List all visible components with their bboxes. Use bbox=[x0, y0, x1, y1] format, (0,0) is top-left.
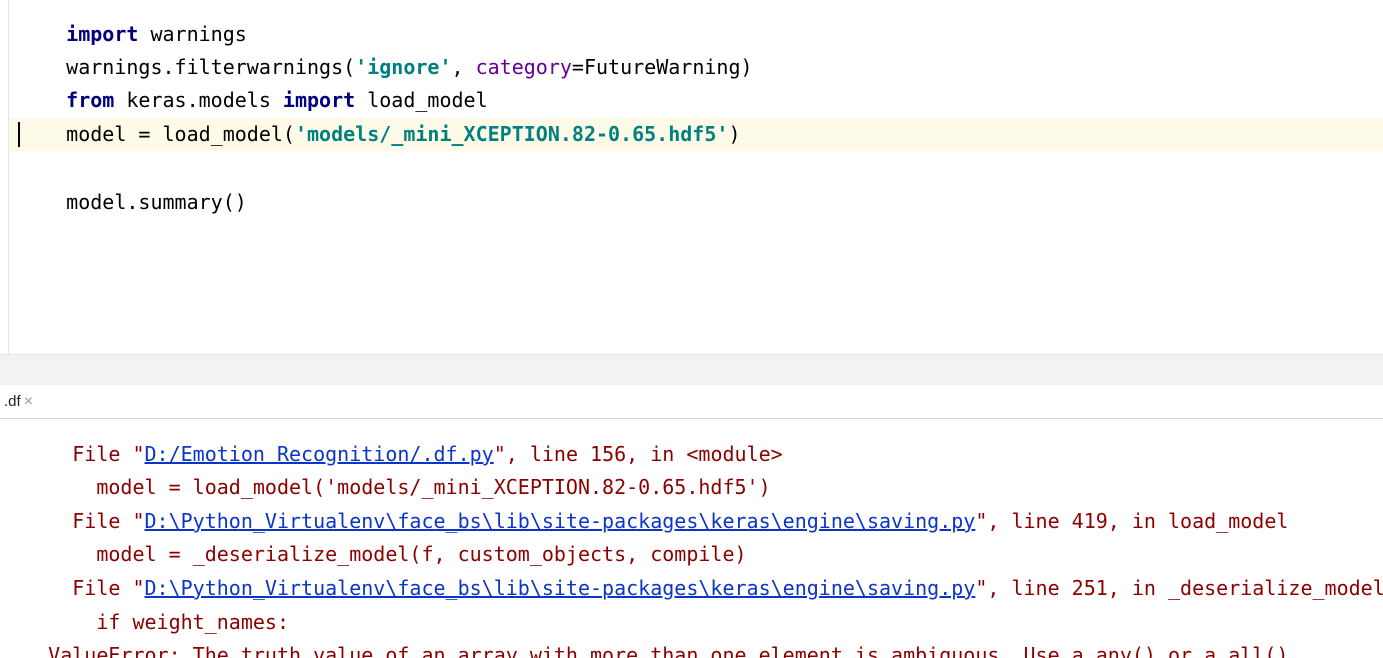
close-icon[interactable]: × bbox=[24, 393, 33, 410]
run-tab-bar: .df × bbox=[0, 385, 1383, 419]
string-model-path: 'models/_mini_XCEPTION.82-0.65.hdf5' bbox=[294, 122, 729, 146]
close-paren: ) bbox=[728, 122, 741, 146]
value-error-text: ValueError: The truth value of an array … bbox=[48, 643, 1289, 658]
traceback-line-2: model = load_model('models/_mini_XCEPTIO… bbox=[0, 438, 770, 499]
traceback-line-3: File "D:\Python_Virtualenv\face_bs\lib\s… bbox=[0, 472, 1288, 533]
traceback-line-1: File "D:/Emotion Recognition/.df.py", li… bbox=[0, 419, 782, 466]
traceback-location: ", line 419, in load_model bbox=[975, 509, 1289, 533]
code-line-import[interactable]: import warnings bbox=[18, 0, 247, 46]
code-line-load-model[interactable]: model = load_model('models/_mini_XCEPTIO… bbox=[18, 85, 740, 146]
code-line-from-import[interactable]: from keras.models import load_model bbox=[18, 51, 487, 112]
run-tab-label: .df bbox=[4, 393, 21, 410]
code-line-summary[interactable]: model.summary() bbox=[18, 153, 247, 214]
traceback-line-4: model = _deserialize_model(f, custom_obj… bbox=[0, 505, 746, 566]
code-editor[interactable]: import warnings warnings.filterwarnings(… bbox=[0, 0, 1383, 354]
traceback-location: ", line 251, in _deserialize_model bbox=[975, 576, 1383, 600]
error-message: ValueError: The truth value of an array … bbox=[0, 606, 1288, 658]
editor-horizontal-scrollbar[interactable] bbox=[0, 354, 1383, 386]
run-tab-df[interactable]: .df × bbox=[0, 385, 37, 418]
traceback-line-6: if weight_names: bbox=[0, 573, 289, 634]
text-caret bbox=[18, 122, 20, 147]
call-summary: model.summary() bbox=[66, 190, 247, 214]
editor-gutter bbox=[0, 0, 9, 354]
assign-load-model: model = load_model( bbox=[66, 122, 295, 146]
traceback-line-5: File "D:\Python_Virtualenv\face_bs\lib\s… bbox=[0, 539, 1383, 600]
run-console-output[interactable]: File "D:/Emotion Recognition/.df.py", li… bbox=[0, 419, 1383, 658]
param-category: category bbox=[475, 55, 572, 79]
future-warning-arg: =FutureWarning) bbox=[571, 55, 753, 79]
code-line-filterwarnings[interactable]: warnings.filterwarnings('ignore', catego… bbox=[18, 18, 752, 79]
